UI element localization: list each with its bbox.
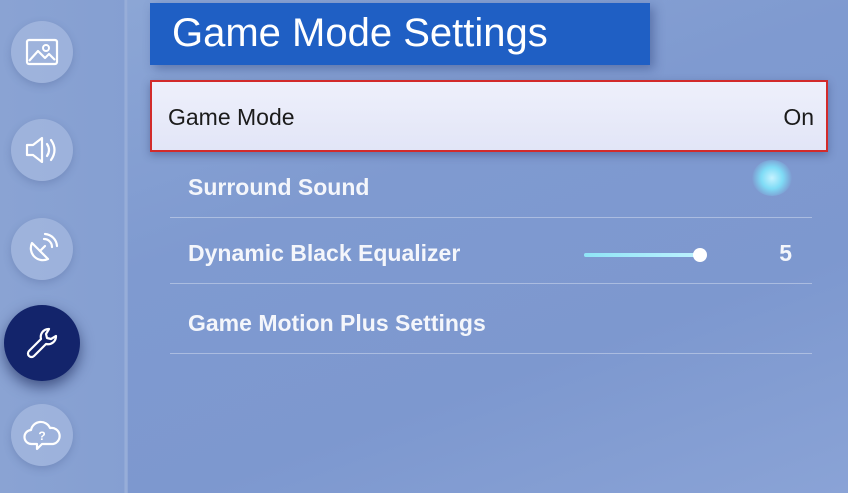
wrench-icon	[26, 327, 58, 359]
sidebar-item-sound[interactable]	[11, 119, 73, 181]
speaker-icon	[25, 136, 56, 164]
picture-icon	[25, 38, 59, 66]
sidebar-item-general[interactable]	[4, 305, 80, 381]
setting-surround-sound[interactable]: Surround Sound	[170, 154, 812, 218]
row-divider	[170, 353, 812, 354]
slider-fill	[584, 253, 700, 257]
setting-label: Surround Sound	[188, 174, 370, 200]
sidebar-item-broadcasting[interactable]	[11, 218, 73, 280]
sidebar-divider	[124, 0, 128, 493]
setting-label: Game Mode	[168, 104, 295, 130]
setting-value: 5	[779, 240, 792, 266]
setting-value: On	[783, 104, 814, 130]
slider-thumb[interactable]	[693, 248, 707, 262]
row-divider	[170, 283, 812, 284]
sidebar: ?	[0, 0, 128, 493]
svg-text:?: ?	[38, 429, 45, 443]
page-title-bar: Game Mode Settings	[150, 3, 650, 65]
dynamic-black-slider[interactable]	[584, 248, 707, 262]
setting-label: Dynamic Black Equalizer	[188, 240, 461, 266]
row-divider	[170, 217, 812, 218]
sidebar-item-picture[interactable]	[11, 21, 73, 83]
page-title: Game Mode Settings	[172, 11, 548, 55]
setting-game-mode[interactable]: Game Mode On	[150, 80, 828, 152]
setting-game-motion-plus[interactable]: Game Motion Plus Settings	[170, 290, 812, 354]
setting-label: Game Motion Plus Settings	[188, 310, 486, 336]
cloud-question-icon: ?	[23, 420, 61, 451]
sidebar-item-support[interactable]: ?	[11, 404, 73, 466]
setting-dynamic-black-equalizer[interactable]: Dynamic Black Equalizer 5	[170, 220, 812, 284]
toggle-indicator	[752, 160, 792, 196]
satellite-dish-icon	[29, 232, 59, 262]
